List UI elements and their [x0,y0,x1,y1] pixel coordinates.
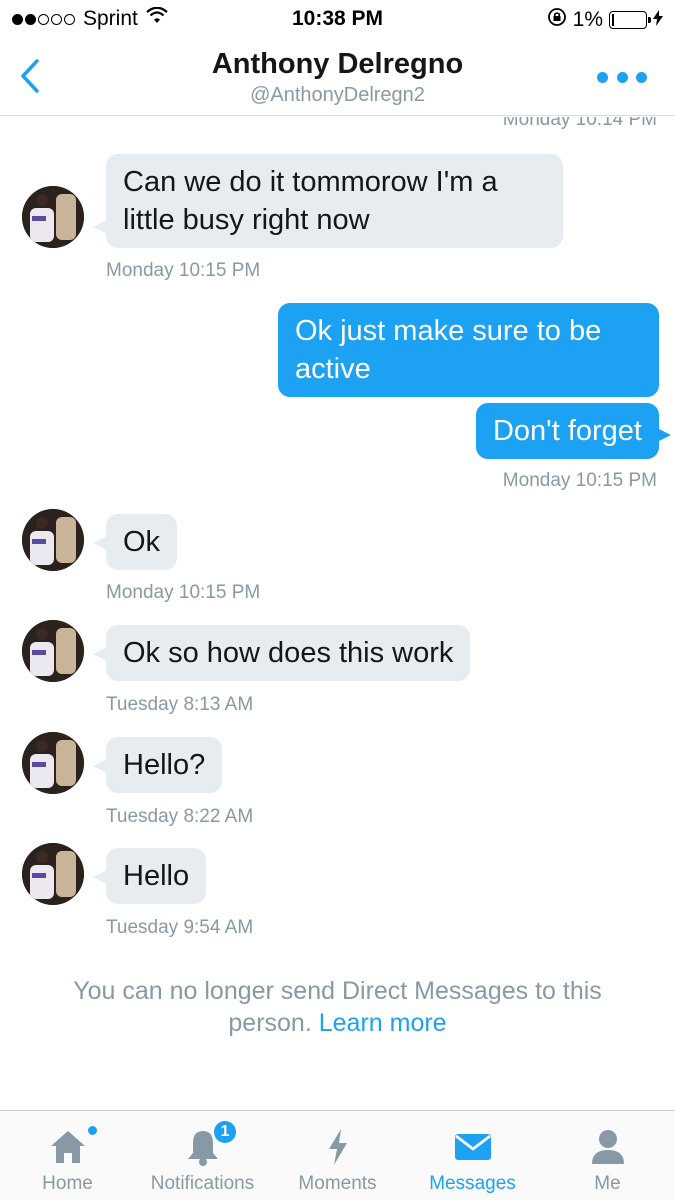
avatar[interactable] [22,843,84,905]
person-icon [590,1127,626,1167]
tab-label: Me [594,1173,621,1194]
message-bubble-incoming[interactable]: Ok so how does this work [106,625,471,681]
timestamp: Tuesday 8:13 AM [106,694,254,715]
tab-notifications[interactable]: 1 Notifications [135,1111,270,1200]
home-icon [48,1127,88,1167]
message-bubble-incoming[interactable]: Hello [106,848,207,904]
lightning-bolt-icon [325,1127,351,1167]
avatar[interactable] [22,732,84,794]
charging-bolt-icon [653,8,663,32]
timestamp: Monday 10:15 PM [502,470,657,491]
message-bubble-outgoing[interactable]: Ok just make sure to be active [278,303,659,397]
message-bubble-incoming[interactable]: Ok [106,514,178,570]
more-dot [597,71,608,83]
tab-moments[interactable]: Moments [270,1111,405,1200]
battery-percent: 1% [572,8,603,31]
timestamp: Monday 10:15 PM [106,582,261,603]
tab-label: Home [42,1173,93,1194]
bubble-tail [655,427,671,443]
tab-home[interactable]: Home [0,1111,135,1200]
message-list[interactable]: Monday 10:14 PM Can we do it tommorow I'… [0,117,675,1110]
tab-messages[interactable]: Messages [405,1111,540,1200]
status-bar: Sprint 10:38 PM 1% [0,0,675,40]
timestamp: Tuesday 8:22 AM [106,806,254,827]
more-dot [616,71,628,83]
tab-label: Notifications [150,1173,255,1194]
message-bubble-outgoing[interactable]: Don't forget [475,403,659,459]
notifications-badge: 1 [212,1119,238,1145]
avatar[interactable] [22,186,84,248]
tab-bar: Home 1 Notifications Moments Messages Me [0,1110,675,1200]
timestamp: Monday 10:15 PM [106,260,261,281]
learn-more-link[interactable]: Learn more [319,1009,447,1037]
contact-name: Anthony Delregno [211,48,464,80]
status-right: 1% [547,7,663,33]
tab-me[interactable]: Me [540,1111,675,1200]
orientation-lock-icon [547,7,567,33]
envelope-icon [453,1127,493,1167]
conversation-header: Anthony Delregno @AnthonyDelregn2 [0,40,675,116]
tab-label: Moments [298,1173,377,1194]
tab-label: Messages [429,1173,516,1194]
contact-handle: @AnthonyDelregn2 [250,84,425,106]
dm-disabled-notice: You can no longer send Direct Messages t… [30,975,645,1039]
battery-icon [609,11,651,29]
timestamp: Monday 10:14 PM [502,117,657,130]
home-new-indicator [87,1125,98,1136]
more-options-button[interactable] [597,62,647,92]
avatar[interactable] [22,620,84,682]
timestamp: Tuesday 9:54 AM [106,917,254,938]
message-bubble-incoming[interactable]: Can we do it tommorow I'm a little busy … [106,154,563,248]
more-dot [636,71,647,83]
avatar[interactable] [22,509,84,571]
message-bubble-incoming[interactable]: Hello? [106,737,223,793]
